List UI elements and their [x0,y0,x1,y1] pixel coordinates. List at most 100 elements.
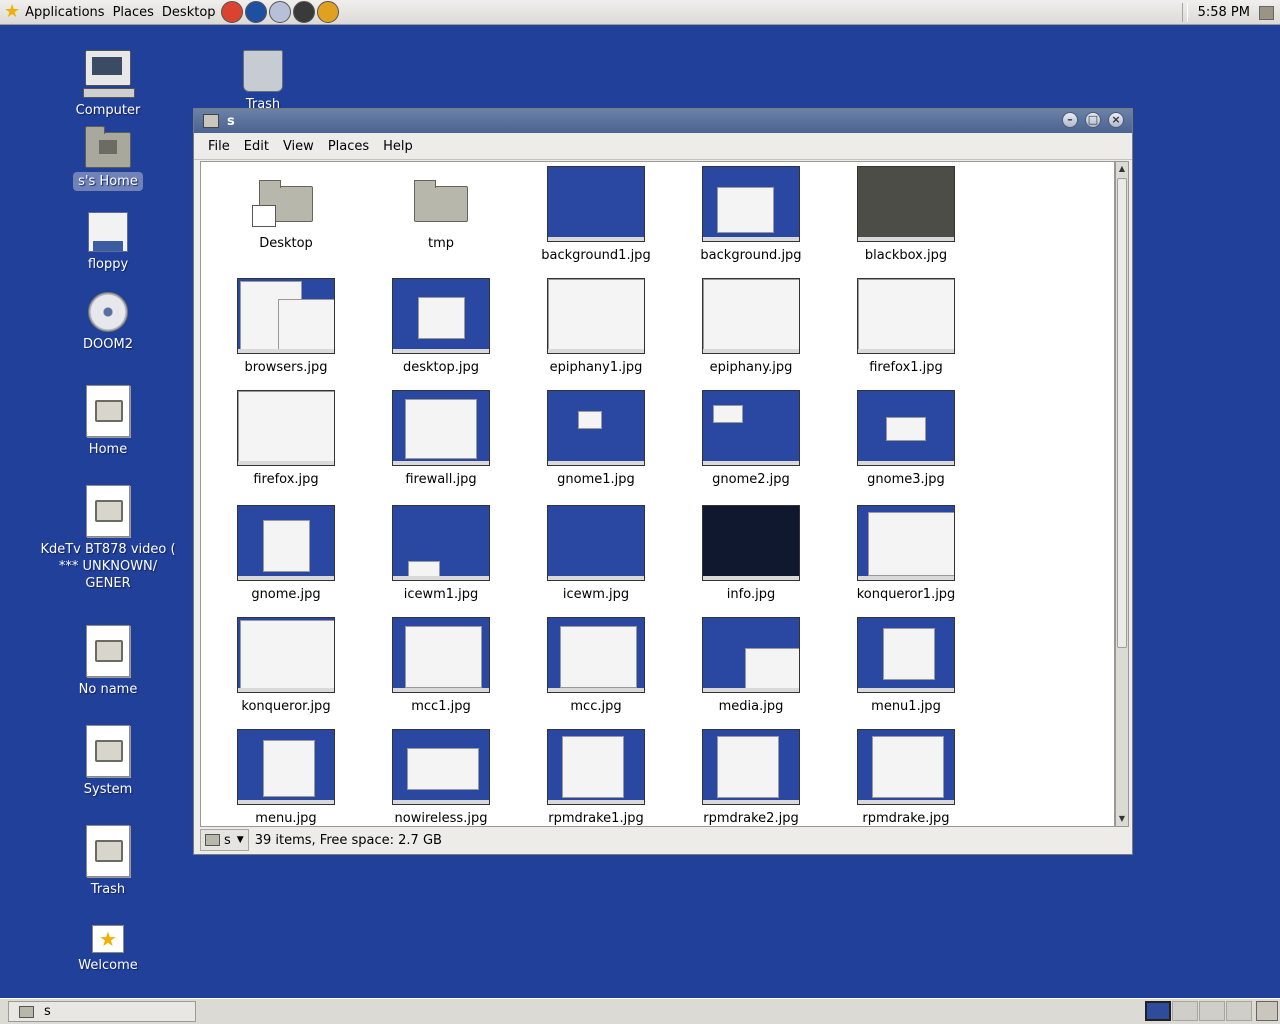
document-icon [86,725,130,777]
file-item[interactable]: background1.jpg [521,166,671,263]
welcome-icon: ★ [92,925,124,953]
file-item[interactable]: gnome2.jpg [676,390,826,487]
tray-icon[interactable] [1259,6,1274,20]
desktop-icon-floppy[interactable]: floppy [33,212,183,273]
workspace-3[interactable] [1199,1001,1225,1021]
scroll-down-arrow-icon[interactable]: ▼ [1116,812,1128,826]
file-name: mcc.jpg [570,699,622,714]
menu-edit[interactable]: Edit [238,139,277,154]
scrollbar-thumb[interactable] [1117,178,1127,648]
file-name: gnome2.jpg [712,472,790,487]
close-button[interactable]: × [1108,112,1124,128]
image-thumbnail [857,505,955,581]
menu-help[interactable]: Help [377,139,421,154]
help-launcher-icon[interactable] [220,1,243,23]
desktop-icon-doc[interactable]: No name [33,625,183,698]
update-launcher-icon[interactable] [316,1,339,23]
file-name: firefox1.jpg [869,360,943,375]
file-item[interactable]: browsers.jpg [211,278,361,375]
file-item[interactable]: background.jpg [676,166,826,263]
file-item[interactable]: gnome.jpg [211,505,361,602]
file-name: gnome.jpg [251,587,321,602]
file-item[interactable]: blackbox.jpg [831,166,981,263]
browser-launcher-icon[interactable] [244,1,267,23]
desktop-icon-label: Home [88,442,128,457]
top-panel: ★ Applications Places Desktop 5:58 PM [0,0,1280,25]
folder-item[interactable]: Desktop [211,166,361,251]
folder-icon [205,834,220,846]
folder-item[interactable]: tmp [366,166,516,251]
taskbar-button[interactable]: s [8,1001,196,1022]
email-launcher-icon[interactable] [268,1,291,23]
file-name: firewall.jpg [405,472,477,487]
minimize-button[interactable]: – [1062,112,1078,128]
image-thumbnail [857,729,955,805]
file-item[interactable]: gnome1.jpg [521,390,671,487]
desktop-icon-home[interactable]: s's Home [33,126,183,191]
file-item[interactable]: mcc.jpg [521,617,671,714]
location-button[interactable]: s ▼ [200,829,249,851]
image-thumbnail [702,390,800,466]
desktop-menu-label: Desktop [161,4,216,20]
file-item[interactable]: menu1.jpg [831,617,981,714]
file-item[interactable]: firewall.jpg [366,390,516,487]
file-item[interactable]: epiphany1.jpg [521,278,671,375]
folder-icon [414,180,468,222]
image-thumbnail [237,278,335,354]
file-item[interactable]: media.jpg [676,617,826,714]
file-item[interactable]: rpmdrake2.jpg [676,729,826,826]
desktop-icon-disc[interactable]: DOOM2 [33,292,183,353]
image-thumbnail [392,278,490,354]
floppy-icon [88,212,128,252]
file-item[interactable]: icewm1.jpg [366,505,516,602]
image-thumbnail [702,617,800,693]
image-thumbnail [547,390,645,466]
home-folder-icon [85,126,131,168]
file-item[interactable]: menu.jpg [211,729,361,826]
file-item[interactable]: desktop.jpg [366,278,516,375]
file-name: mcc1.jpg [411,699,471,714]
workspace-2[interactable] [1172,1001,1198,1021]
workspace-1[interactable] [1145,1001,1171,1021]
image-thumbnail [547,278,645,354]
file-item[interactable]: konqueror1.jpg [831,505,981,602]
file-item[interactable]: rpmdrake.jpg [831,729,981,826]
file-item[interactable]: firefox.jpg [211,390,361,487]
file-item[interactable]: mcc1.jpg [366,617,516,714]
clock[interactable]: 5:58 PM [1198,0,1250,25]
file-item[interactable]: epiphany.jpg [676,278,826,375]
applications-menu[interactable]: ★ Applications [0,0,109,25]
terminal-launcher-icon[interactable] [292,1,315,23]
document-icon [86,385,130,437]
menu-file[interactable]: File [202,139,238,154]
menu-places[interactable]: Places [322,139,377,154]
scroll-up-arrow-icon[interactable]: ▲ [1116,162,1128,176]
window-titlebar[interactable]: s – □ × [194,109,1132,133]
desktop-icon-label: KdeTv BT878 video ( *** UNKNOWN/ GENER [40,542,176,591]
desktop-menu[interactable]: Desktop [158,0,220,25]
file-item[interactable]: gnome3.jpg [831,390,981,487]
desktop-icon-doc[interactable]: KdeTv BT878 video ( *** UNKNOWN/ GENER [33,485,183,592]
desktop-icon-computer[interactable]: Computer [33,50,183,119]
desktop-icon-trash[interactable]: Trash [188,50,338,113]
workspace-4[interactable] [1226,1001,1252,1021]
image-thumbnail [702,729,800,805]
file-item[interactable]: firefox1.jpg [831,278,981,375]
file-item[interactable]: nowireless.jpg [366,729,516,826]
menu-view[interactable]: View [277,139,322,154]
file-item[interactable]: info.jpg [676,505,826,602]
desktop-icon-doc[interactable]: Trash [33,825,183,898]
desktop-icon-doc[interactable]: System [33,725,183,798]
icon-view[interactable]: Desktop tmp background1.jpg background.jpg b… [200,161,1115,827]
desktop-icon-label: System [83,782,133,797]
vertical-scrollbar[interactable]: ▲ ▼ [1115,161,1129,827]
file-item[interactable]: konqueror.jpg [211,617,361,714]
maximize-button[interactable]: □ [1085,112,1101,128]
file-item[interactable]: icewm.jpg [521,505,671,602]
places-menu[interactable]: Places [109,0,158,25]
desktop-icon-welcome[interactable]: ★ Welcome [33,925,183,974]
desktop-icon-doc[interactable]: Home [33,385,183,458]
file-item[interactable]: rpmdrake1.jpg [521,729,671,826]
document-icon [86,625,130,677]
show-desktop-icon[interactable] [1256,1001,1278,1021]
